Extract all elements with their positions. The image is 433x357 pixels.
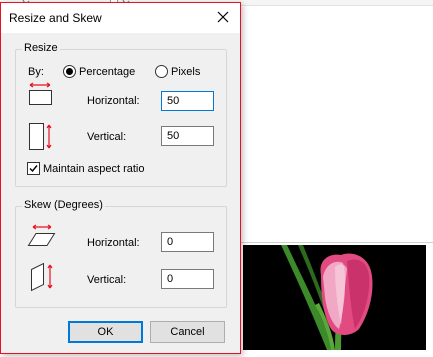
skew-group-label: Skew (Degrees) bbox=[22, 199, 105, 211]
maintain-aspect-checkbox[interactable] bbox=[27, 162, 40, 175]
resize-horizontal-label: Horizontal: bbox=[87, 95, 140, 107]
cancel-button[interactable]: Cancel bbox=[150, 321, 225, 343]
dialog-title: Resize and Skew bbox=[9, 11, 102, 25]
skew-horizontal-icon bbox=[27, 224, 56, 246]
dialog-titlebar: Resize and Skew bbox=[1, 3, 240, 33]
resize-horizontal-input[interactable] bbox=[161, 91, 214, 111]
resize-vertical-icon bbox=[29, 123, 52, 150]
radio-selected-dot bbox=[66, 68, 73, 75]
close-button[interactable] bbox=[214, 8, 232, 26]
resize-vertical-input[interactable] bbox=[161, 126, 214, 146]
pixels-radio[interactable] bbox=[155, 65, 168, 78]
pixels-radio-label[interactable]: Pixels bbox=[171, 66, 200, 78]
resize-skew-dialog: Resize and Skew Resize By: Percentage Pi… bbox=[0, 2, 241, 354]
skew-vertical-icon bbox=[31, 262, 53, 292]
skew-vertical-label: Vertical: bbox=[87, 274, 127, 286]
canvas-edge bbox=[240, 242, 433, 243]
resize-group-label: Resize bbox=[22, 42, 60, 54]
checkmark-icon bbox=[29, 165, 38, 173]
skew-horizontal-label: Horizontal: bbox=[87, 237, 140, 249]
resize-horizontal-icon bbox=[29, 82, 52, 105]
resize-vertical-label: Vertical: bbox=[87, 131, 127, 143]
by-label: By: bbox=[28, 66, 44, 78]
percentage-radio-label[interactable]: Percentage bbox=[79, 66, 135, 78]
ok-button[interactable]: OK bbox=[68, 321, 143, 343]
maintain-aspect-label[interactable]: Maintain aspect ratio bbox=[43, 163, 145, 175]
skew-horizontal-input[interactable] bbox=[161, 232, 214, 252]
percentage-radio[interactable] bbox=[63, 65, 76, 78]
tulip-image bbox=[243, 245, 426, 350]
close-icon bbox=[217, 11, 229, 23]
background-area bbox=[240, 6, 433, 236]
skew-vertical-input[interactable] bbox=[161, 269, 214, 289]
